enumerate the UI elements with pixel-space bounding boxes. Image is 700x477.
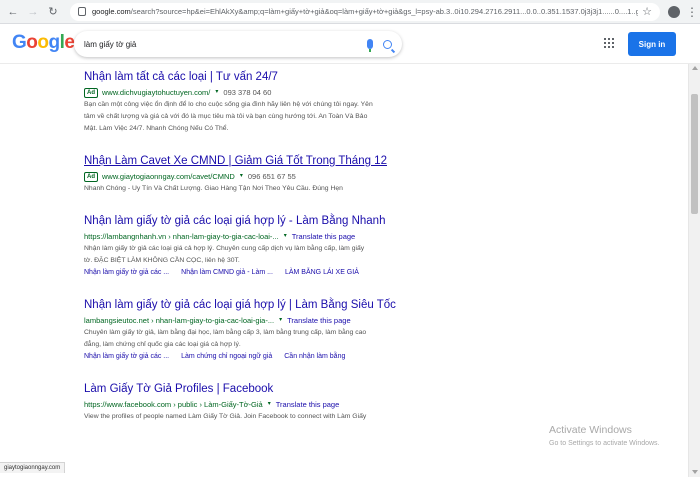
sitelink[interactable]: Cần nhận làm bằng	[284, 353, 345, 360]
search-result: Nhận làm giấy tờ giả các loại giá hợp lý…	[84, 214, 524, 278]
activate-windows-subtitle: Go to Settings to activate Windows.	[549, 440, 660, 447]
result-url-row: Ad www.dichvugiaytohuctuyen.com/ ▾ 093 378 …	[84, 87, 524, 98]
search-result: Nhận làm tất cả các loại | Tư vấn 24/7 Ad…	[84, 70, 524, 134]
google-logo[interactable]: Google	[12, 32, 75, 54]
activate-windows-title: Activate Windows	[549, 424, 632, 436]
result-snippet: Nhận làm giấy tờ giả các loại giá cả hợp…	[84, 245, 365, 252]
sitelink[interactable]: Làm chứng chỉ ngoại ngữ giả	[181, 353, 272, 360]
scrollbar-thumb[interactable]	[691, 94, 698, 214]
result-sitelinks: Nhận làm giấy tờ giả các ... Làm chứng ch…	[84, 352, 524, 362]
ad-badge: Ad	[84, 87, 98, 98]
logo-letter: G	[12, 32, 27, 53]
lock-icon[interactable]	[78, 7, 86, 16]
address-url[interactable]: google.com/search?source=hp&ei=EhlAkXy&a…	[92, 7, 638, 16]
url-path: /search?source=hp&ei=EhlAkXy&amp;q=làm+g…	[130, 7, 639, 16]
dropdown-caret-icon[interactable]: ▾	[279, 315, 282, 326]
dropdown-caret-icon[interactable]: ▾	[268, 399, 271, 410]
ad-badge: Ad	[84, 171, 98, 182]
menu-dots-icon[interactable]: ⋮	[686, 6, 698, 18]
reload-icon[interactable]: ↻	[46, 5, 60, 19]
translate-link[interactable]: Translate this page	[276, 399, 340, 410]
result-title-link[interactable]: Nhận làm giấy tờ giả các loại giá hợp lý…	[84, 214, 524, 229]
search-result: Làm Giấy Tờ Giả Profiles | Facebook https…	[84, 382, 524, 422]
link-status-bar: giaytogiaonngay.com	[0, 462, 66, 473]
google-header: Google Sign in	[0, 24, 700, 64]
result-url: https://lambangnhanh.vn › nhan-lam-giay-…	[84, 232, 279, 241]
result-snippet: View the profiles of people named Làm Gi…	[84, 413, 367, 420]
result-snippet: Chuyên làm giấy tờ giả, làm bằng đại học…	[84, 329, 367, 336]
search-input[interactable]	[84, 39, 361, 49]
translate-link[interactable]: Translate this page	[287, 315, 351, 326]
browser-toolbar: ← → ↻ google.com/search?source=hp&ei=Ehl…	[0, 0, 700, 24]
page-scrollbar[interactable]	[688, 64, 700, 477]
forward-arrow-icon[interactable]: →	[26, 5, 40, 19]
result-snippet: Mật. Làm Việc 24/7. Nhanh Chóng Nếu Có T…	[84, 125, 229, 132]
sitelink[interactable]: LÀM BẰNG LÁI XE GIẢ	[285, 269, 359, 276]
logo-letter: o	[37, 32, 49, 53]
apps-grid-icon[interactable]	[604, 38, 614, 48]
result-title-link[interactable]: Nhận làm giấy tờ giả các loại giá hợp lý…	[84, 298, 524, 313]
result-url-row: https://lambangnhanh.vn › nhan-lam-giay-…	[84, 231, 524, 242]
url-host: google.com	[92, 7, 131, 16]
address-bar[interactable]: google.com/search?source=hp&ei=EhlAkXy&a…	[70, 2, 660, 21]
extension-icon[interactable]	[668, 5, 680, 18]
scroll-down-icon[interactable]	[692, 470, 698, 474]
scroll-up-icon[interactable]	[692, 66, 698, 70]
back-arrow-icon[interactable]: ←	[6, 5, 20, 19]
result-sitelinks: Nhận làm giấy tờ giả các ... Nhận làm CMN…	[84, 268, 524, 278]
result-snippet: tâm về chất lượng và giá cả với đó là mụ…	[84, 113, 368, 120]
dropdown-caret-icon[interactable]: ▾	[284, 231, 287, 242]
result-url-row: lambangsieutoc.net › nhan-lam-giay-to-gi…	[84, 315, 524, 326]
star-icon[interactable]: ☆	[642, 5, 652, 18]
result-snippet: Nhanh Chóng - Uy Tín Và Chất Lượng. Giao…	[84, 185, 343, 192]
result-url-row: Ad www.giaytogiaonngay.com/cavet/CMND ▾ 096…	[84, 171, 524, 182]
microphone-icon[interactable]	[367, 39, 373, 52]
sitelink[interactable]: Nhận làm giấy tờ giả các ...	[84, 353, 169, 360]
logo-letter: g	[48, 32, 61, 53]
result-title-link[interactable]: Nhận Làm Cavet Xe CMND | Giảm Giá Tốt Tr…	[84, 154, 524, 169]
result-url: https://www.facebook.com › public › Làm-…	[84, 400, 263, 409]
result-url-row: https://www.facebook.com › public › Làm-…	[84, 399, 524, 410]
result-phone[interactable]: 096 651 67 55	[248, 171, 296, 182]
logo-letter: o	[26, 32, 38, 53]
result-snippet: Bạn cần một công việc ổn định để lo cho …	[84, 101, 373, 108]
result-title-link[interactable]: Làm Giấy Tờ Giả Profiles | Facebook	[84, 382, 524, 397]
result-url: lambangsieutoc.net › nhan-lam-giay-to-gi…	[84, 316, 275, 325]
result-url: www.dichvugiaytohuctuyen.com/	[102, 88, 211, 97]
search-box[interactable]	[74, 31, 402, 57]
search-icon[interactable]	[383, 39, 392, 49]
dropdown-caret-icon[interactable]: ▾	[215, 87, 218, 98]
dropdown-caret-icon[interactable]: ▾	[240, 171, 243, 182]
result-snippet: đẳng, làm chứng chỉ quốc gia các loại gi…	[84, 341, 241, 348]
search-result: Nhận Làm Cavet Xe CMND | Giảm Giá Tốt Tr…	[84, 154, 524, 194]
logo-letter: e	[64, 32, 75, 53]
result-phone[interactable]: 093 378 04 60	[223, 87, 271, 98]
sitelink[interactable]: Nhận làm giấy tờ giả các ...	[84, 269, 169, 276]
sign-in-button[interactable]: Sign in	[628, 32, 676, 56]
translate-link[interactable]: Translate this page	[292, 231, 356, 242]
search-results: Nhận làm tất cả các loại | Tư vấn 24/7 Ad…	[84, 70, 524, 442]
result-snippet: tờ. ĐẶC BIỆT LÀM KHÔNG CẦN CỌC, liên hệ …	[84, 257, 240, 264]
result-title-link[interactable]: Nhận làm tất cả các loại | Tư vấn 24/7	[84, 70, 524, 85]
result-url: www.giaytogiaonngay.com/cavet/CMND	[102, 172, 235, 181]
sitelink[interactable]: Nhận làm CMND giả - Làm ...	[181, 269, 273, 276]
search-result: Nhận làm giấy tờ giả các loại giá hợp lý…	[84, 298, 524, 362]
